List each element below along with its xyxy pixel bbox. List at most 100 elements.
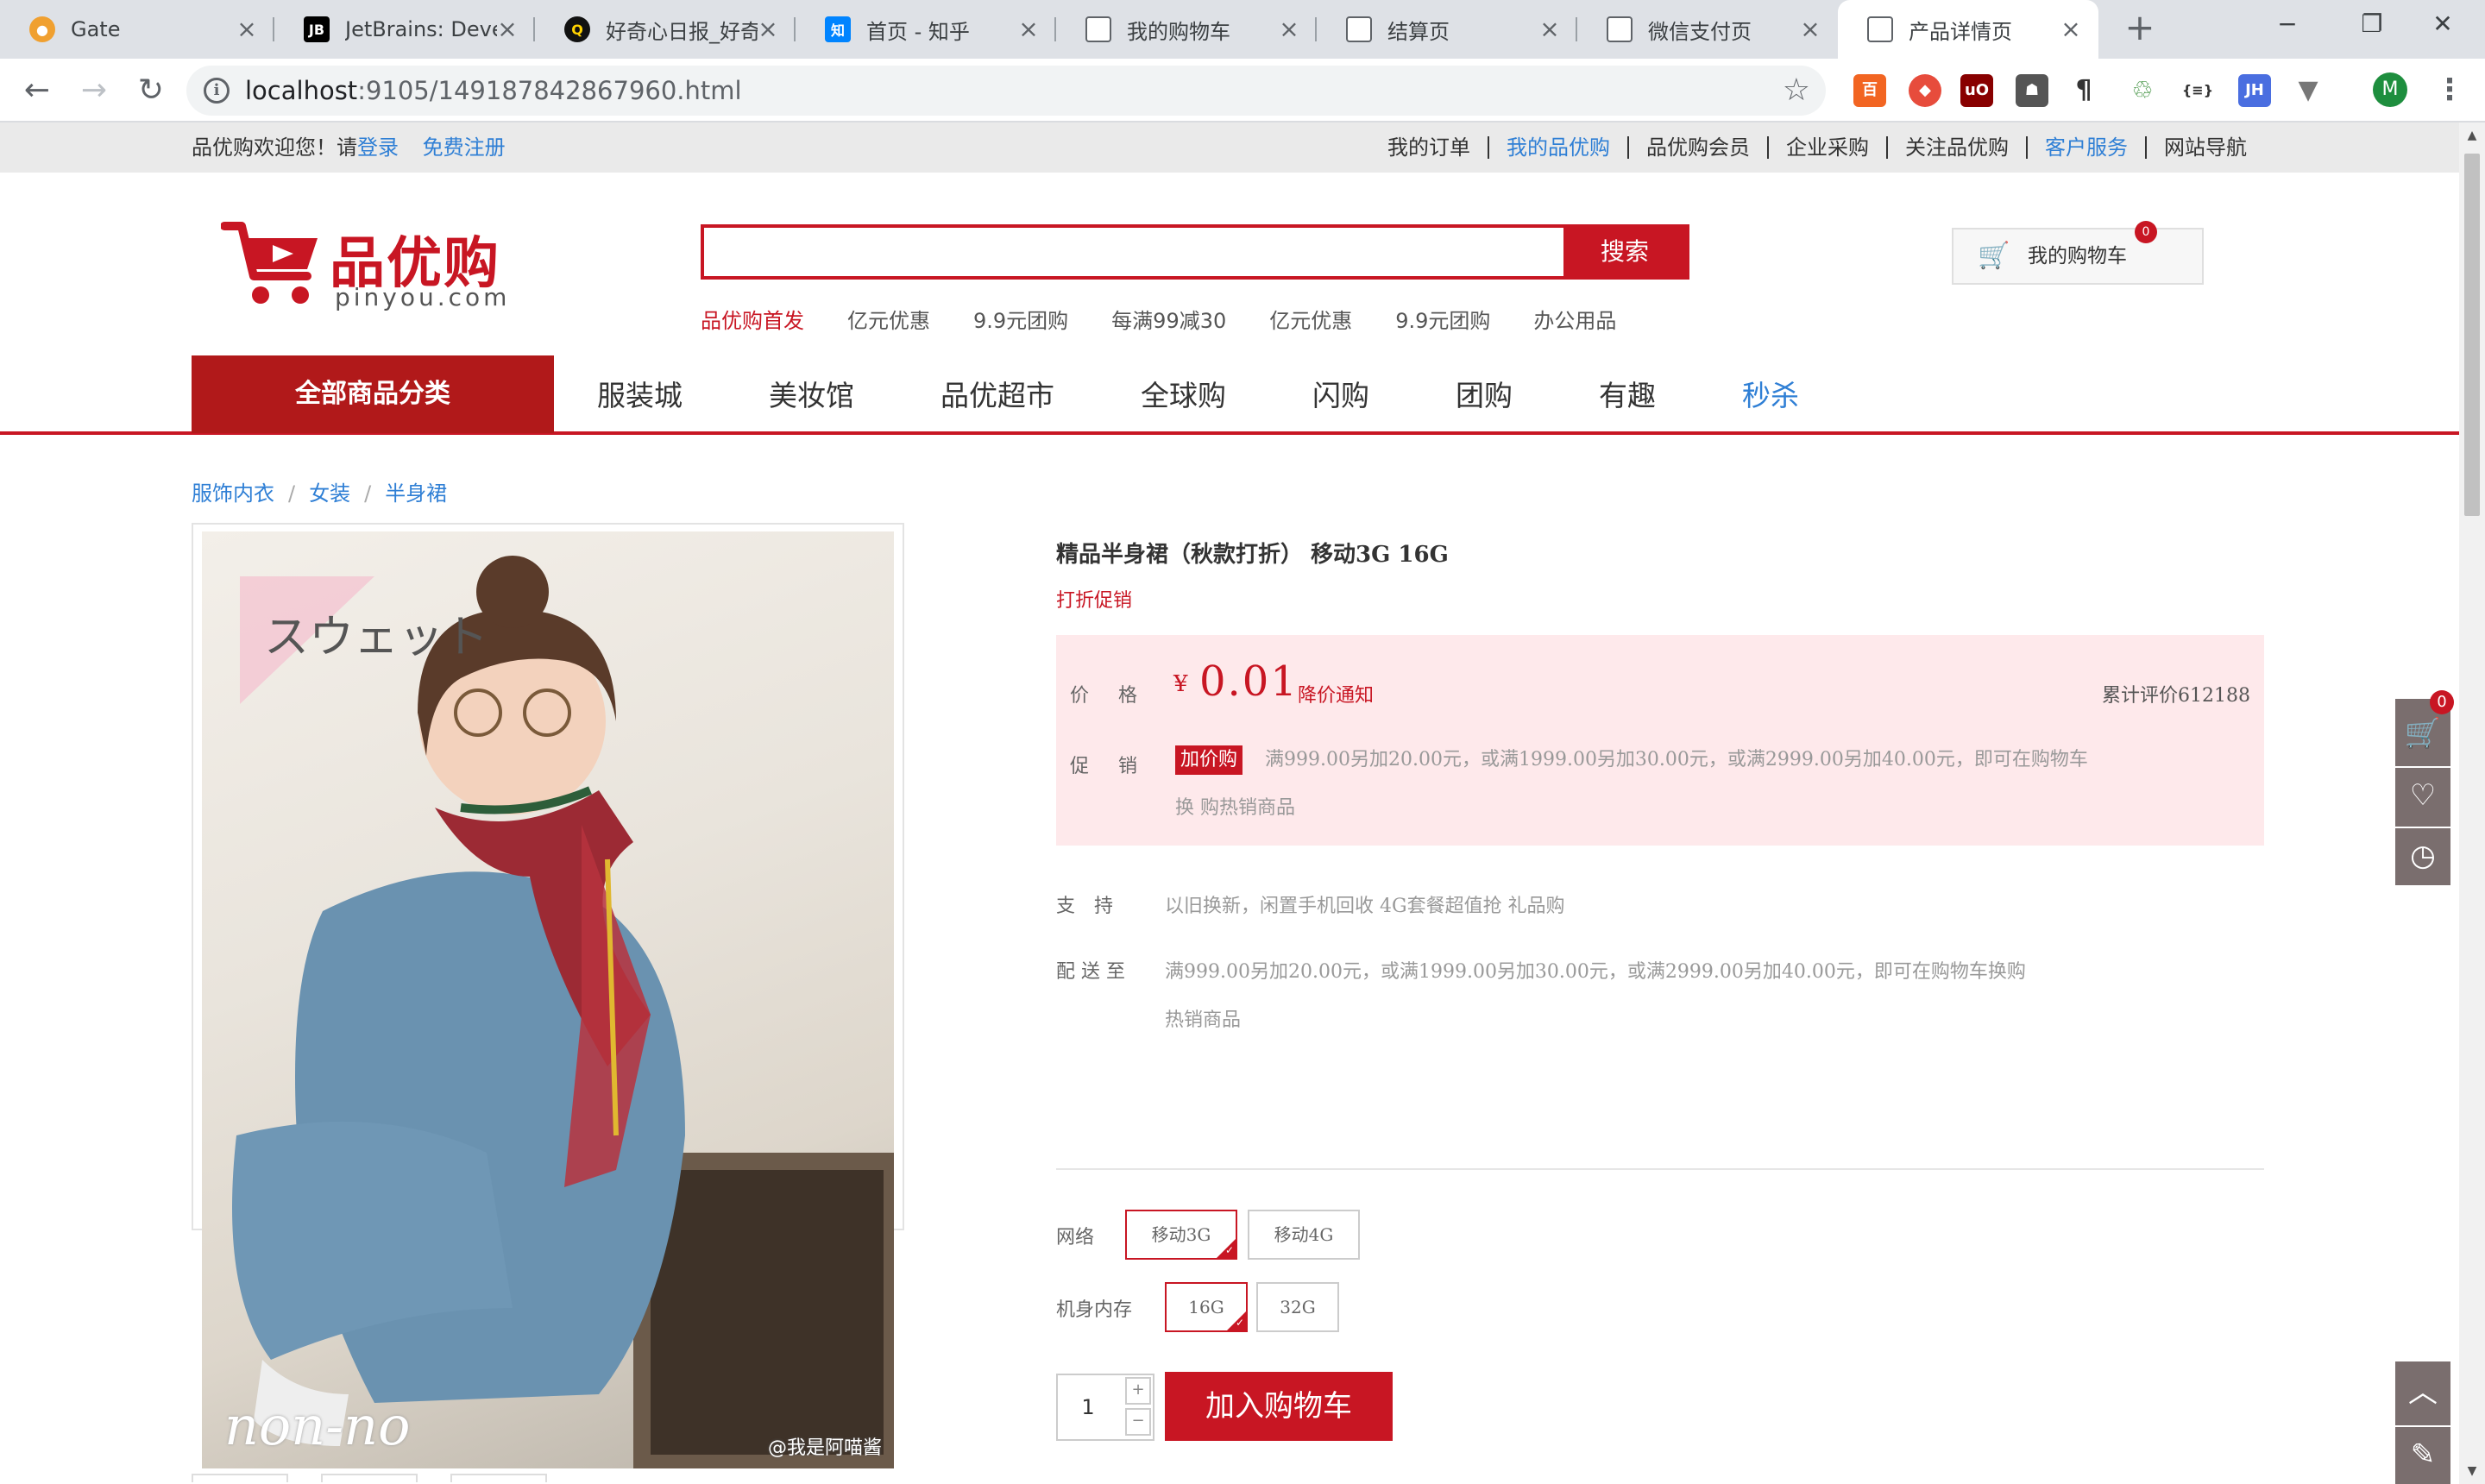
back-button[interactable]: ←	[16, 69, 59, 112]
option-network-3g[interactable]: 移动3G	[1125, 1210, 1237, 1273]
close-icon[interactable]: ×	[758, 17, 778, 41]
tab-zhihu[interactable]: 知 首页 - 知乎 ×	[796, 0, 1056, 59]
tab-wechat-pay[interactable]: 微信支付页 ×	[1577, 0, 1838, 59]
delivery-text-cont: 热销商品	[1165, 1009, 1242, 1031]
my-cart-button[interactable]: 🛒 我的购物车 0	[1952, 221, 2204, 285]
side-cart-badge: 0	[2430, 690, 2454, 714]
delivery-label: 配 送 至	[1056, 961, 1125, 983]
nav-fun[interactable]: 有趣	[1556, 373, 1699, 414]
cart-logo-icon	[221, 222, 318, 304]
decrement-button[interactable]: −	[1125, 1408, 1151, 1436]
breadcrumb-item[interactable]: 半身裙	[385, 481, 447, 506]
all-categories-button[interactable]: 全部商品分类	[192, 355, 554, 433]
info-icon[interactable]: i	[204, 78, 230, 104]
tab-gate[interactable]: ● Gate ×	[0, 0, 274, 59]
search-input[interactable]	[704, 228, 1563, 276]
scroll-up-arrow[interactable]: ▲	[2459, 123, 2485, 148]
jh-icon[interactable]: JH	[2238, 74, 2271, 107]
close-icon[interactable]: ×	[497, 17, 518, 41]
hotword[interactable]: 办公用品	[1533, 304, 1616, 334]
nav-flash[interactable]: 闪购	[1269, 373, 1412, 414]
close-icon[interactable]: ×	[236, 17, 257, 41]
nav-beauty[interactable]: 美妆馆	[726, 373, 897, 414]
link-enterprise[interactable]: 企业采购	[1767, 136, 1886, 159]
reload-button[interactable]: ↻	[129, 69, 173, 112]
bookmark-star-icon[interactable]: ☆	[1783, 72, 1810, 109]
add-to-cart-button[interactable]: 加入购物车	[1165, 1372, 1393, 1441]
hotword[interactable]: 品优购首发	[701, 304, 804, 334]
url-field[interactable]: i localhost:9105/149187842867960.html ☆	[186, 66, 1826, 116]
quantity-input[interactable]: 1	[1058, 1375, 1118, 1439]
close-icon[interactable]: ×	[1279, 17, 1299, 41]
login-link[interactable]: 登录	[357, 135, 399, 160]
hotword[interactable]: 亿元优惠	[1269, 304, 1352, 334]
page-viewport: 品优购欢迎您！请登录 免费注册 我的订单 我的品优购 品优购会员 企业采购 关注…	[0, 123, 2459, 1484]
option-memory-16g[interactable]: 16G	[1165, 1282, 1248, 1346]
history-clock-icon[interactable]: ◷	[2395, 827, 2450, 882]
nav-clothing[interactable]: 服装城	[554, 373, 726, 414]
page-scrollbar[interactable]: ▲ ▼	[2459, 123, 2485, 1484]
option-network-4g[interactable]: 移动4G	[1248, 1210, 1360, 1260]
register-link[interactable]: 免费注册	[423, 135, 506, 160]
minimize-button[interactable]: −	[2245, 0, 2330, 48]
nav-global[interactable]: 全球购	[1098, 373, 1269, 414]
feedback-pen-icon[interactable]: ✎	[2395, 1425, 2450, 1481]
site-logo[interactable]: 品优购 pinyou.com	[221, 216, 532, 311]
extension-icon[interactable]: ♲	[2126, 74, 2159, 107]
link-site-nav[interactable]: 网站导航	[2145, 136, 2264, 159]
new-tab-button[interactable]: +	[2121, 9, 2159, 48]
link-follow[interactable]: 关注品优购	[1886, 136, 2026, 159]
option-memory-32g[interactable]: 32G	[1256, 1282, 1339, 1332]
breadcrumb-item[interactable]: 服饰内衣	[192, 481, 274, 506]
currency-symbol: ¥	[1173, 671, 1188, 697]
breadcrumb: 服饰内衣 / 女装 / 半身裙	[192, 481, 448, 506]
ublock-icon[interactable]: uO	[1960, 74, 1993, 107]
extension-icon[interactable]: 百	[1853, 74, 1886, 107]
scrollbar-thumb[interactable]	[2464, 154, 2480, 516]
thumbnail[interactable]	[192, 1474, 288, 1482]
product-image[interactable]: スウェット non-no @我是阿喵酱	[202, 531, 894, 1468]
menu-icon[interactable]: ⋮	[2435, 71, 2464, 109]
close-icon[interactable]: ×	[1800, 17, 1821, 41]
price-notice-link[interactable]: 降价通知	[1298, 680, 1374, 707]
scroll-down-arrow[interactable]: ▼	[2459, 1458, 2485, 1484]
back-to-top-icon[interactable]: ︿	[2395, 1365, 2450, 1420]
thumbnail[interactable]	[321, 1474, 418, 1482]
close-icon[interactable]: ×	[1539, 17, 1560, 41]
thumbnail[interactable]	[450, 1474, 547, 1482]
tab-product-detail[interactable]: 产品详情页 ×	[1838, 0, 2098, 59]
forward-button[interactable]: →	[72, 69, 116, 112]
nav-supermarket[interactable]: 品优超市	[897, 373, 1098, 414]
link-membership[interactable]: 品优购会员	[1627, 136, 1767, 159]
location-pin-icon[interactable]: ◆	[1909, 74, 1941, 107]
vue-icon[interactable]: ▼	[2292, 74, 2325, 107]
photo-brand: non-no	[224, 1394, 411, 1457]
link-my-orders[interactable]: 我的订单	[1370, 136, 1488, 159]
tab-jetbrains[interactable]: JB JetBrains: Deve ×	[274, 0, 535, 59]
link-my-pinyou[interactable]: 我的品优购	[1488, 136, 1627, 159]
breadcrumb-item[interactable]: 女装	[309, 481, 350, 506]
profile-avatar[interactable]: M	[2373, 72, 2407, 107]
json-icon[interactable]: {≡}	[2181, 74, 2214, 107]
close-icon[interactable]: ×	[2060, 17, 2081, 41]
review-count[interactable]: 累计评价612188	[2102, 680, 2250, 707]
pilcrow-icon[interactable]: ¶	[2067, 74, 2100, 107]
search-button[interactable]: 搜索	[1563, 228, 1686, 276]
tab-checkout[interactable]: 结算页 ×	[1317, 0, 1577, 59]
close-icon[interactable]: ×	[1018, 17, 1039, 41]
tab-cart[interactable]: 我的购物车 ×	[1056, 0, 1317, 59]
increment-button[interactable]: +	[1125, 1377, 1151, 1405]
tab-qdaily[interactable]: Q 好奇心日报_好奇 ×	[535, 0, 796, 59]
hotword[interactable]: 9.9元团购	[973, 304, 1068, 334]
hotword[interactable]: 每满99减30	[1111, 304, 1226, 334]
nav-seckill[interactable]: 秒杀	[1699, 373, 1842, 414]
extension-icon[interactable]: ☗	[2016, 74, 2048, 107]
network-label: 网络	[1056, 1227, 1095, 1248]
hotword[interactable]: 9.9元团购	[1395, 304, 1490, 334]
welcome-text: 品优购欢迎您！请	[192, 135, 357, 160]
window-close-button[interactable]: ✕	[2400, 0, 2485, 48]
nav-group[interactable]: 团购	[1412, 373, 1556, 414]
favorites-heart-icon[interactable]: ♡	[2395, 766, 2450, 821]
link-customer-service[interactable]: 客户服务	[2026, 136, 2145, 159]
hotword[interactable]: 亿元优惠	[847, 304, 930, 334]
